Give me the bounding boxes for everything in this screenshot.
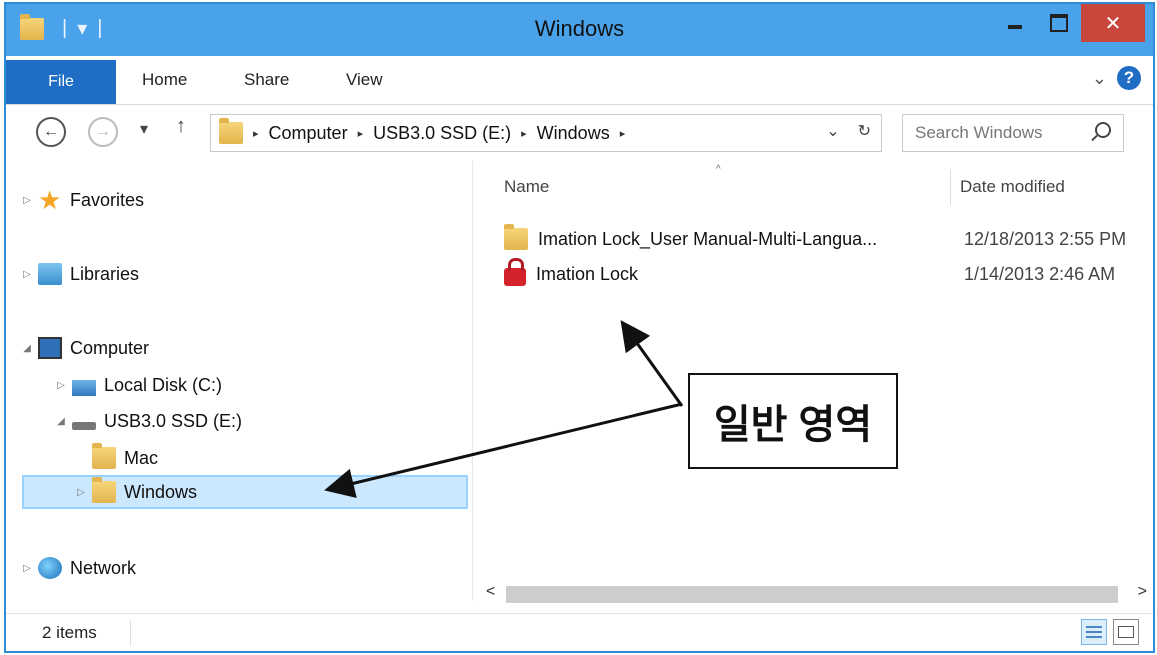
large-icons-view-icon <box>1118 626 1134 638</box>
explorer-window: | ▾ | Windows ✕ File Home Share View ⌄ ?… <box>4 2 1155 653</box>
search-placeholder: Search Windows <box>915 123 1043 142</box>
breadcrumb-computer[interactable]: Computer <box>269 123 348 144</box>
details-line <box>1086 636 1102 638</box>
ribbon-controls: ⌄ ? <box>1092 66 1141 90</box>
sort-ascending-icon: ^ <box>716 164 721 175</box>
nav-item-libraries[interactable]: ▷ Libraries <box>20 257 139 291</box>
star-icon: ★ <box>38 185 62 215</box>
nav-label: Local Disk (C:) <box>104 374 223 395</box>
breadcrumb-separator[interactable]: ▸ <box>358 127 364 140</box>
column-header-name[interactable]: Name <box>504 177 549 197</box>
nav-label: Computer <box>70 337 150 358</box>
back-button[interactable]: ← <box>36 117 66 147</box>
tab-home[interactable]: Home <box>142 70 187 90</box>
help-icon[interactable]: ? <box>1117 66 1141 90</box>
minimize-button[interactable] <box>993 4 1037 42</box>
window-title: Windows <box>534 16 625 41</box>
expand-icon[interactable]: ▷ <box>20 563 34 574</box>
libraries-icon <box>38 263 62 285</box>
expand-icon[interactable]: ▷ <box>54 380 68 391</box>
file-name: Imation Lock_User Manual-Multi-Langua... <box>538 228 878 249</box>
nav-label: Libraries <box>70 263 140 284</box>
navigation-pane: ▷ ★ Favorites ▷ Libraries ◢ Computer ▷ L… <box>6 161 472 601</box>
nav-item-windows[interactable]: ▷ Windows <box>22 475 468 509</box>
scroll-left-icon[interactable]: < <box>486 583 495 601</box>
refresh-icon[interactable]: ↻ <box>858 121 871 141</box>
nav-item-local-disk[interactable]: ▷ Local Disk (C:) <box>54 368 222 402</box>
forward-button[interactable]: → <box>88 117 118 147</box>
annotation-callout: 일반 영역 <box>688 373 898 469</box>
folder-icon <box>504 224 528 250</box>
breadcrumb-separator[interactable]: ▸ <box>253 127 259 140</box>
scrollbar-thumb[interactable] <box>506 586 1118 603</box>
nav-item-favorites[interactable]: ▷ ★ Favorites <box>20 183 144 217</box>
nav-item-network[interactable]: ▷ Network <box>20 551 136 585</box>
tab-file[interactable]: File <box>6 60 116 104</box>
lock-icon <box>504 258 526 286</box>
breadcrumb-separator[interactable]: ▸ <box>620 127 626 140</box>
expand-icon[interactable]: ▷ <box>20 269 34 280</box>
search-icon[interactable] <box>1095 122 1111 138</box>
collapse-icon[interactable]: ◢ <box>20 343 34 354</box>
tab-share[interactable]: Share <box>244 70 289 90</box>
ribbon-tabs: File Home Share View ⌄ ? <box>6 56 1153 105</box>
scroll-right-icon[interactable]: > <box>1138 583 1147 601</box>
breadcrumb-separator[interactable]: ▸ <box>521 127 527 140</box>
expand-icon[interactable]: ▷ <box>74 487 88 498</box>
maximize-icon <box>1050 14 1068 32</box>
recent-locations-icon[interactable]: ▾ <box>140 119 148 139</box>
nav-label: Favorites <box>70 189 145 210</box>
item-count: 2 items <box>42 623 97 642</box>
expand-ribbon-icon[interactable]: ⌄ <box>1092 68 1107 89</box>
maximize-button[interactable] <box>1037 4 1081 42</box>
address-bar[interactable]: ▸ Computer ▸ USB3.0 SSD (E:) ▸ Windows ▸… <box>210 114 882 152</box>
file-row[interactable]: Imation Lock 1/14/2013 2:46 AM <box>504 257 1157 291</box>
large-icons-view-button[interactable] <box>1113 619 1139 645</box>
details-view-icon <box>1086 626 1102 628</box>
close-button[interactable]: ✕ <box>1081 4 1145 42</box>
network-icon <box>38 557 62 579</box>
column-separator[interactable] <box>950 169 951 205</box>
search-input[interactable]: Search Windows <box>902 114 1124 152</box>
nav-label: Network <box>70 557 137 578</box>
folder-icon <box>219 118 243 144</box>
hard-disk-icon <box>72 380 96 396</box>
file-row[interactable]: Imation Lock_User Manual-Multi-Langua...… <box>504 222 1157 256</box>
up-arrow-icon[interactable]: ↑ <box>176 115 186 138</box>
file-date: 12/18/2013 2:55 PM <box>964 228 1127 249</box>
status-separator <box>130 620 131 646</box>
horizontal-scrollbar[interactable]: < > <box>478 583 1153 607</box>
nav-item-computer[interactable]: ◢ Computer <box>20 331 149 365</box>
nav-item-mac[interactable]: Mac <box>92 441 158 475</box>
back-arrow-icon: ← <box>43 123 59 140</box>
address-dropdown-icon[interactable]: ⌄ <box>826 121 839 141</box>
status-bar: 2 items <box>6 613 1153 652</box>
breadcrumb-usb[interactable]: USB3.0 SSD (E:) <box>373 123 511 144</box>
minimize-icon <box>1008 25 1022 29</box>
pane-divider[interactable] <box>472 161 473 601</box>
computer-icon <box>38 337 62 359</box>
usb-drive-icon <box>72 422 96 430</box>
address-controls: ⌄ ↻ <box>826 121 871 141</box>
details-view-button[interactable] <box>1081 619 1107 645</box>
column-header-date-modified[interactable]: Date modified <box>960 177 1065 197</box>
nav-label: Windows <box>124 481 198 502</box>
details-line <box>1086 631 1102 633</box>
tab-view[interactable]: View <box>346 70 383 90</box>
navigation-bar: ← → ▾ ↑ ▸ Computer ▸ USB3.0 SSD (E:) ▸ W… <box>6 105 1153 161</box>
forward-arrow-icon: → <box>95 123 111 140</box>
breadcrumb-windows[interactable]: Windows <box>537 123 610 144</box>
nav-label: Mac <box>124 447 159 468</box>
collapse-icon[interactable]: ◢ <box>54 416 68 427</box>
close-icon: ✕ <box>1104 12 1122 35</box>
nav-label: USB3.0 SSD (E:) <box>104 410 243 431</box>
folder-icon <box>92 477 116 503</box>
expand-icon[interactable]: ▷ <box>20 195 34 206</box>
folder-icon <box>92 443 116 469</box>
title-bar: | ▾ | Windows ✕ <box>6 4 1153 56</box>
file-name: Imation Lock <box>536 263 639 284</box>
nav-item-usb-drive[interactable]: ◢ USB3.0 SSD (E:) <box>54 404 242 438</box>
file-date: 1/14/2013 2:46 AM <box>964 263 1116 284</box>
